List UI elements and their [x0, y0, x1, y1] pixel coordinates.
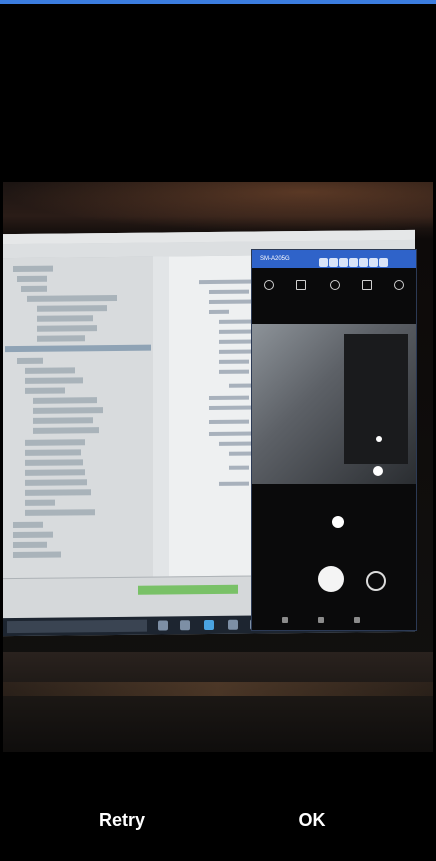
- build-success-toast: [138, 584, 238, 595]
- tree-row: [25, 479, 87, 486]
- tree-row: [13, 265, 53, 273]
- tree-row: [25, 377, 83, 384]
- mirror-control-icon: [359, 258, 368, 267]
- effects-icon: [394, 280, 404, 290]
- mirror-control-icon: [379, 258, 388, 267]
- taskbar-icon: [228, 619, 238, 630]
- code-line: [219, 481, 249, 486]
- camera-review-screen: SM-A205G Retry OK: [0, 0, 436, 861]
- tree-row: [17, 275, 47, 283]
- tree-row: [13, 541, 47, 549]
- mirror-control-icon: [339, 258, 348, 267]
- taskbar-icon: [204, 619, 214, 631]
- mirror-control-icon: [349, 258, 358, 267]
- tree-row: [25, 499, 55, 506]
- tree-row: [13, 521, 43, 529]
- tree-row: [25, 367, 75, 374]
- tree-row: [25, 387, 65, 394]
- tree-row: [37, 325, 97, 332]
- ratio-icon: [362, 280, 372, 290]
- switch-camera-icon: [366, 571, 386, 591]
- tree-row: [25, 469, 85, 476]
- timer-icon: [330, 280, 340, 290]
- shutter-icon: [318, 566, 344, 592]
- tree-row: [27, 294, 117, 302]
- code-line: [209, 309, 229, 314]
- mirror-camera-topbar: [252, 274, 416, 294]
- settings-icon: [264, 280, 274, 290]
- photo-desk-surface: [3, 652, 433, 752]
- photo-phone-mirror-window: SM-A205G: [251, 249, 417, 631]
- code-line: [229, 465, 249, 470]
- code-line: [209, 431, 253, 436]
- code-line: [219, 339, 255, 344]
- tree-row: [25, 439, 85, 446]
- nav-recents-icon: [282, 617, 288, 623]
- tree-row: [33, 417, 93, 424]
- code-line: [209, 395, 249, 400]
- mirror-control-icon: [329, 258, 338, 267]
- ok-button[interactable]: OK: [272, 800, 352, 840]
- mirror-camera-viewfinder: [252, 324, 416, 484]
- lens-toggle: [332, 516, 344, 528]
- photo-desk-reflection: [3, 682, 433, 696]
- tree-row: [25, 489, 91, 496]
- zoom-level-dot: [373, 466, 383, 476]
- mirror-window-controls: [318, 254, 410, 267]
- captured-photo-preview: SM-A205G: [3, 182, 433, 752]
- code-line: [219, 359, 249, 364]
- tree-row: [25, 459, 83, 466]
- photo-glare: [3, 182, 433, 232]
- photo-project-panel: [3, 256, 154, 579]
- tree-row: [21, 285, 47, 292]
- tree-row: [37, 315, 93, 322]
- nav-home-icon: [318, 617, 324, 623]
- editor-gutter: [153, 256, 169, 577]
- tree-row-selected: [5, 344, 151, 353]
- top-accent-bar: [0, 0, 436, 4]
- mirror-nav-bar: [282, 610, 392, 623]
- tree-row: [33, 427, 99, 434]
- code-line: [209, 419, 249, 424]
- taskbar-icon: [158, 620, 168, 631]
- tree-row: [25, 449, 81, 456]
- flash-icon: [296, 280, 306, 290]
- nav-back-icon: [354, 617, 360, 623]
- mirror-control-icon: [369, 258, 378, 267]
- tree-row: [13, 551, 61, 559]
- tree-row: [25, 509, 95, 516]
- tree-row: [17, 357, 43, 365]
- tree-row: [37, 335, 85, 342]
- mirror-control-icon: [319, 258, 328, 267]
- tree-row: [37, 305, 107, 312]
- taskbar-icon: [180, 620, 190, 631]
- taskbar-search-box: [7, 619, 147, 634]
- code-line: [219, 369, 249, 374]
- tree-row: [13, 531, 53, 539]
- code-line: [209, 289, 249, 294]
- tree-row: [33, 407, 103, 414]
- viewfinder-dark-region: [344, 334, 408, 464]
- zoom-level-dot: [376, 436, 382, 442]
- code-line: [199, 279, 259, 285]
- retry-button[interactable]: Retry: [82, 800, 162, 840]
- tree-row: [33, 397, 97, 404]
